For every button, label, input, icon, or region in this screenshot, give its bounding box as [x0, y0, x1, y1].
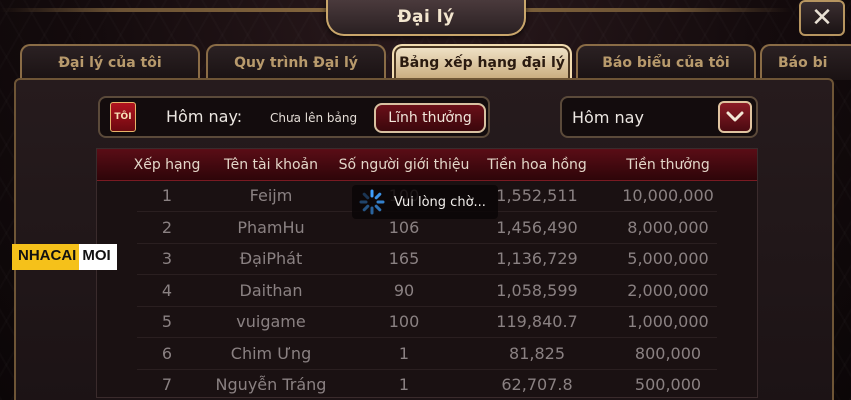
- header-bonus: Tiền thưởng: [626, 157, 710, 173]
- table-cell: 6: [161, 343, 173, 363]
- ranking-status-text: Chưa lên bảng: [270, 111, 358, 125]
- table-cell: 1,058,599: [496, 280, 578, 300]
- tab-bang-xep-hang[interactable]: Bảng xếp hạng đại lý: [392, 44, 572, 80]
- table-cell: 8,000,000: [627, 217, 709, 237]
- table-cell: 10,000,000: [622, 186, 714, 205]
- header-commission: Tiền hoa hồng: [487, 157, 587, 173]
- chevron-down-icon[interactable]: [718, 101, 752, 133]
- table-cell: 119,840.7: [496, 312, 578, 331]
- tab-bar: Đại lý của tôi Quy trình Đại lý Bảng xếp…: [20, 44, 851, 80]
- table-row: 7 Nguyễn Tráng 1 62,707.8 500,000: [97, 370, 757, 397]
- loading-indicator: Vui lòng chờ...: [352, 185, 498, 219]
- table-cell: vuigame: [236, 312, 306, 331]
- watermark-part-a: NHACAI: [12, 244, 80, 270]
- tab-quy-trinh-dai-ly[interactable]: Quy trình Đại lý: [206, 44, 386, 80]
- table-cell: Feijm: [249, 186, 293, 205]
- toi-badge: TÔI: [110, 102, 136, 132]
- table-cell: 3: [161, 249, 173, 268]
- table-cell: 5: [161, 312, 173, 331]
- table-row: 6 Chim Ưng 1 81,825 800,000: [97, 339, 757, 370]
- table-cell: ĐạiPhát: [239, 249, 303, 268]
- filter-bar: TÔI Hôm nay: Chưa lên bảng Lĩnh thưởng: [98, 96, 490, 138]
- table-cell: Nguyễn Tráng: [215, 375, 327, 394]
- table-cell: 165: [388, 249, 420, 268]
- tab-bao-bieu-more[interactable]: Báo bi: [760, 44, 851, 80]
- tab-label: Báo biểu của tôi: [602, 55, 730, 71]
- table-cell: 81,825: [509, 343, 565, 363]
- table-cell: PhamHu: [237, 217, 305, 237]
- watermark-logo: NHACAI MOI: [12, 244, 117, 270]
- table-cell: 800,000: [634, 343, 702, 363]
- toi-badge-label: TÔI: [114, 112, 132, 122]
- header-rank: Xếp hạng: [133, 157, 201, 173]
- tab-label: Đại lý của tôi: [58, 55, 162, 71]
- table-row: 5 vuigame 100 119,840.7 1,000,000: [97, 307, 757, 338]
- tab-dai-ly-cua-toi[interactable]: Đại lý của tôi: [20, 44, 200, 80]
- table-cell: 90: [393, 280, 415, 300]
- tab-label: Quy trình Đại lý: [234, 55, 358, 71]
- date-select-value: Hôm nay: [572, 108, 644, 127]
- table-cell: 1,136,729: [496, 249, 578, 268]
- spinner-icon: [359, 189, 385, 215]
- close-button[interactable]: ✕: [799, 0, 845, 36]
- table-cell: 1,552,511: [496, 186, 578, 205]
- window-title: Đại lý: [397, 7, 455, 27]
- close-icon: ✕: [811, 3, 833, 33]
- table-cell: 1: [398, 343, 410, 363]
- table-cell: 1: [398, 375, 410, 394]
- filter-label: Hôm nay:: [166, 107, 243, 126]
- table-cell: 5,000,000: [627, 249, 709, 268]
- table-row: 3 ĐạiPhát 165 1,136,729 5,000,000: [97, 244, 757, 275]
- table-cell: 500,000: [634, 375, 702, 394]
- tab-label: Bảng xếp hạng đại lý: [399, 55, 565, 71]
- table-cell: 2,000,000: [627, 280, 709, 300]
- tab-label: Báo bi: [778, 55, 828, 71]
- table-cell: 7: [161, 375, 173, 394]
- claim-reward-label: Lĩnh thưởng: [388, 110, 472, 126]
- claim-reward-button[interactable]: Lĩnh thưởng: [374, 103, 486, 133]
- window-title-plate: Đại lý: [326, 0, 526, 36]
- table-cell: 62,707.8: [501, 375, 573, 394]
- table-cell: 2: [161, 217, 173, 237]
- table-cell: Daithan: [239, 280, 303, 300]
- header-referrals: Số người giới thiệu: [338, 157, 470, 173]
- table-cell: 4: [161, 280, 173, 300]
- tab-bao-bieu-cua-toi[interactable]: Báo biểu của tôi: [576, 44, 756, 80]
- date-select[interactable]: Hôm nay: [560, 96, 758, 138]
- watermark-part-b: MOI: [79, 244, 117, 270]
- table-row: 4 Daithan 90 1,058,599 2,000,000: [97, 276, 757, 307]
- table-cell: 1,456,490: [496, 217, 578, 237]
- table-cell: Chim Ưng: [230, 343, 312, 363]
- table-cell: 1: [161, 186, 173, 205]
- table-cell: 1,000,000: [627, 312, 709, 331]
- header-account: Tên tài khoản: [224, 157, 318, 173]
- chevron-down-icon-svg: [726, 111, 744, 122]
- table-cell: 106: [388, 217, 420, 237]
- table-cell: 100: [388, 312, 420, 331]
- loading-text: Vui lòng chờ...: [394, 194, 486, 210]
- table-header: Xếp hạng Tên tài khoản Số người giới thi…: [97, 149, 757, 181]
